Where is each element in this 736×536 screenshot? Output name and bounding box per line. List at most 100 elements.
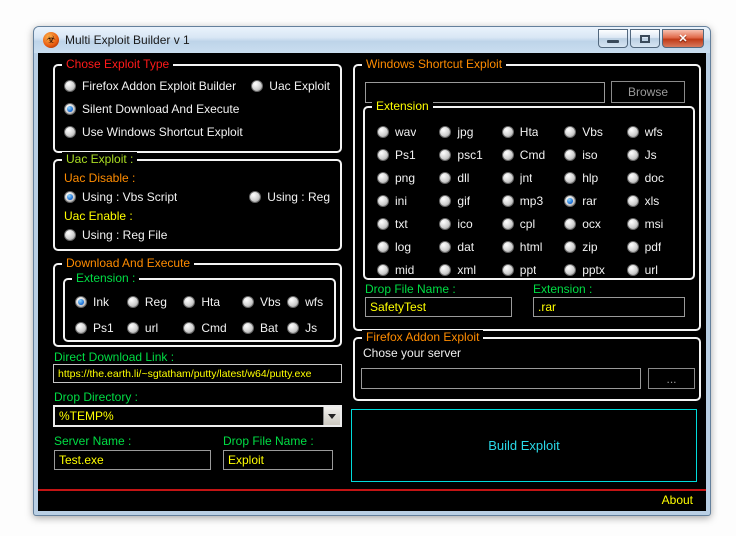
radio-label: Use Windows Shortcut Exploit — [82, 125, 243, 139]
shortcut-extension-radio[interactable]: txt — [377, 217, 439, 231]
shortcut-extension-radio[interactable]: iso — [564, 148, 626, 162]
shortcut-extension-radio[interactable]: xls — [626, 194, 689, 208]
drop-directory-combobox[interactable]: %TEMP% — [53, 405, 342, 427]
radio-icon — [439, 241, 452, 253]
close-button[interactable]: ✕ — [662, 29, 704, 48]
server-name-input[interactable] — [54, 450, 211, 470]
group-firefox-addon-exploit: Firefox Addon Exploit Chose your server … — [353, 330, 701, 401]
shortcut-extension-radio[interactable]: ppt — [501, 263, 564, 277]
firefox-browse-button[interactable]: ... — [648, 368, 695, 389]
shortcut-extension-radio[interactable]: psc1 — [439, 148, 501, 162]
shortcut-extension-radio[interactable]: gif — [439, 194, 501, 208]
dne-extension-radio[interactable]: Reg — [126, 295, 183, 309]
shortcut-extension-radio[interactable]: pdf — [626, 240, 689, 254]
radio-label: doc — [644, 171, 664, 185]
titlebar[interactable]: ☣ Multi Exploit Builder v 1 ✕ — [34, 27, 710, 53]
browse-button[interactable]: Browse — [611, 81, 685, 103]
radio-label: hlp — [582, 171, 599, 185]
shortcut-extension-radio[interactable]: Hta — [501, 125, 564, 139]
shortcut-extension-radio[interactable]: pptx — [564, 263, 626, 277]
radio-icon — [64, 80, 76, 92]
shortcut-extension-radio[interactable]: Ps1 — [377, 148, 439, 162]
radio-label: gif — [457, 194, 471, 208]
shortcut-extension-radio[interactable]: ini — [377, 194, 439, 208]
radio-firefox-addon-exploit-builder[interactable]: Firefox Addon Exploit Builder — [64, 79, 236, 93]
shortcut-extension-radio[interactable]: dat — [439, 240, 501, 254]
radio-icon — [377, 172, 389, 184]
shortcut-extension-radio[interactable]: wfs — [626, 125, 689, 139]
dne-extension-radio[interactable]: Cmd — [183, 321, 242, 335]
shortcut-extension-radio[interactable]: Cmd — [501, 148, 564, 162]
dne-extension-radio[interactable]: Vbs — [241, 295, 287, 309]
about-link[interactable]: About — [662, 493, 693, 507]
radio-label: log — [395, 240, 412, 254]
radio-label: Js — [644, 148, 657, 162]
radio-icon — [439, 264, 452, 276]
shortcut-extension-radio[interactable]: hlp — [564, 171, 626, 185]
shortcut-extension-radio[interactable]: mp3 — [501, 194, 564, 208]
radio-icon — [439, 195, 452, 207]
radio-icon — [377, 195, 389, 207]
radio-using-reg[interactable]: Using : Reg — [249, 190, 330, 204]
dne-extension-radio[interactable]: wfs — [287, 295, 330, 309]
drop-file-name-input-left[interactable] — [223, 450, 333, 470]
group-title-shortcut-extension: Extension — [372, 99, 433, 113]
radio-label: dat — [457, 240, 475, 254]
dne-extension-radio[interactable]: Bat — [241, 321, 287, 335]
radio-using-vbs-script[interactable]: Using : Vbs Script — [64, 190, 177, 204]
shortcut-extension-radio[interactable]: url — [626, 263, 689, 277]
dne-extension-radio[interactable]: Hta — [183, 295, 242, 309]
shortcut-extension-radio[interactable]: wav — [377, 125, 439, 139]
dne-extension-radio[interactable]: url — [126, 321, 183, 335]
shortcut-extension-radio[interactable]: Js — [626, 148, 689, 162]
chevron-down-icon — [328, 413, 336, 419]
combo-dropdown-button[interactable] — [323, 407, 340, 425]
radio-label: iso — [582, 148, 598, 162]
radio-icon — [64, 229, 76, 241]
shortcut-extension-radio[interactable]: zip — [564, 240, 626, 254]
shortcut-extension-radio[interactable]: jnt — [501, 171, 564, 185]
build-exploit-button[interactable]: Build Exploit — [351, 409, 697, 482]
radio-label: Cmd — [201, 321, 227, 335]
group-windows-shortcut-exploit: Windows Shortcut Exploit Browse Extensio… — [353, 57, 701, 331]
dne-extension-radio[interactable]: Ps1 — [75, 321, 127, 335]
radio-icon — [501, 218, 514, 230]
shortcut-extension-radio[interactable]: msi — [626, 217, 689, 231]
shortcut-drop-file-name-input[interactable] — [365, 297, 512, 317]
radio-label: Ps1 — [395, 148, 416, 162]
radio-icon — [439, 126, 452, 138]
minimize-button[interactable] — [598, 29, 628, 48]
shortcut-extension-radio[interactable]: ocx — [564, 217, 626, 231]
radio-icon — [287, 322, 300, 334]
radio-use-windows-shortcut[interactable]: Use Windows Shortcut Exploit — [64, 125, 330, 139]
radio-icon — [75, 296, 87, 308]
radio-label: ini — [395, 194, 408, 208]
radio-uac-exploit[interactable]: Uac Exploit — [251, 79, 330, 93]
radio-icon — [564, 149, 577, 161]
radio-label: url — [644, 263, 658, 277]
radio-icon — [439, 218, 452, 230]
shortcut-extension-radio[interactable]: png — [377, 171, 439, 185]
shortcut-extension-radio[interactable]: jpg — [439, 125, 501, 139]
shortcut-extension-input[interactable] — [533, 297, 685, 317]
shortcut-extension-radio[interactable]: Vbs — [564, 125, 626, 139]
dne-extension-radio[interactable]: Ink — [75, 295, 127, 309]
firefox-server-input[interactable] — [361, 368, 641, 389]
group-title-uac-exploit: Uac Exploit : — [62, 152, 138, 166]
direct-download-link-input[interactable] — [53, 364, 342, 383]
shortcut-extension-radio[interactable]: log — [377, 240, 439, 254]
shortcut-extension-radio[interactable]: rar — [564, 194, 626, 208]
maximize-button[interactable] — [630, 29, 660, 48]
radio-silent-download-execute[interactable]: Silent Download And Execute — [64, 102, 330, 116]
shortcut-extension-radio[interactable]: ico — [439, 217, 501, 231]
dne-extension-radio[interactable]: Js — [287, 321, 330, 335]
shortcut-extension-radio[interactable]: xml — [439, 263, 501, 277]
shortcut-extension-radio[interactable]: html — [501, 240, 564, 254]
radio-label: jpg — [457, 125, 474, 139]
radio-icon — [564, 241, 577, 253]
shortcut-extension-radio[interactable]: cpl — [501, 217, 564, 231]
shortcut-extension-radio[interactable]: dll — [439, 171, 501, 185]
radio-using-reg-file[interactable]: Using : Reg File — [64, 228, 330, 242]
shortcut-extension-radio[interactable]: mid — [377, 263, 439, 277]
shortcut-extension-radio[interactable]: doc — [626, 171, 689, 185]
